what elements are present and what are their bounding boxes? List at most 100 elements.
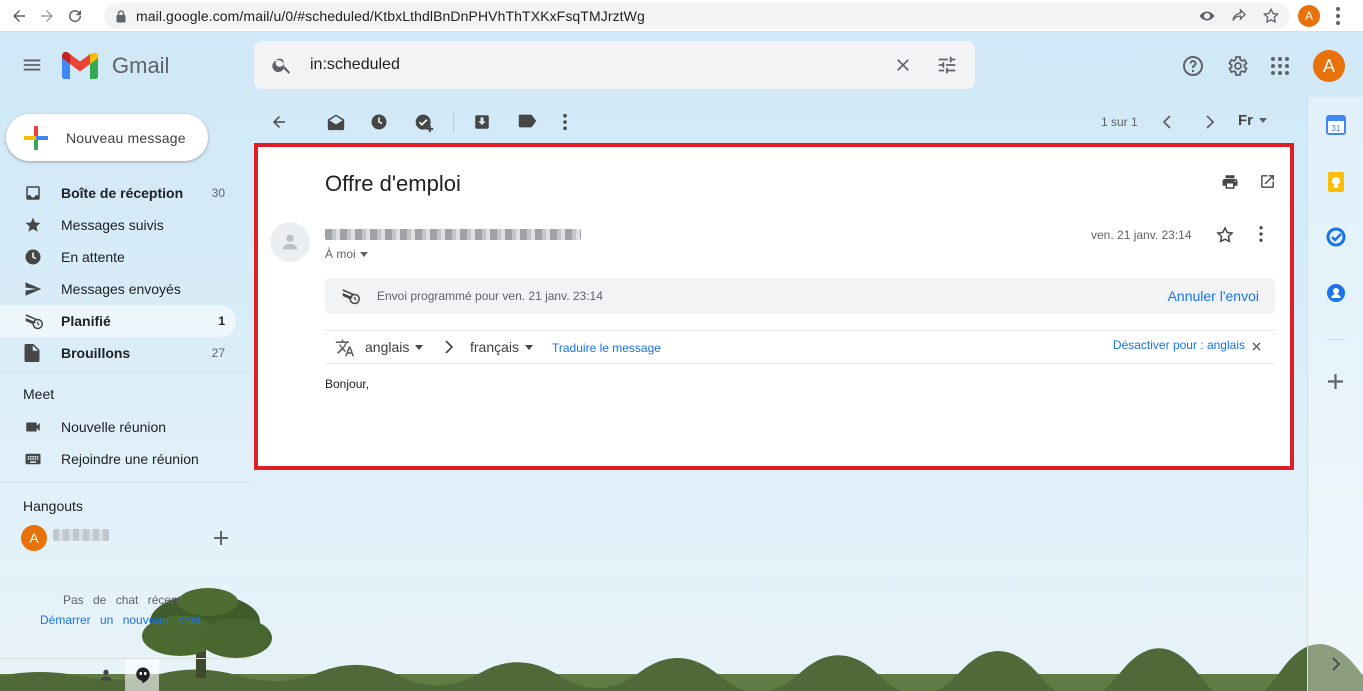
search-options-icon[interactable] [936,54,958,76]
hangouts-user-avatar[interactable]: A [21,525,47,551]
svg-text:31: 31 [1332,124,1341,133]
draft-icon [24,344,40,362]
tasks-icon[interactable] [1326,227,1346,247]
add-task-icon[interactable] [414,113,434,133]
newer-chevron-right-icon[interactable] [1203,115,1215,129]
input-tools-selector[interactable]: Fr [1238,112,1267,129]
chevron-right-icon [443,340,453,354]
message-card: Offre d'emploi À moi ven. 21 janv. 23:14… [254,143,1294,470]
caret-down-icon [359,251,368,257]
clock-icon [24,248,42,266]
clear-search-icon[interactable] [893,55,913,75]
start-new-chat-link[interactable]: Démarrer un nouveau chat [40,613,201,627]
compose-plus-icon [22,124,50,152]
help-icon[interactable] [1181,54,1205,78]
sidebar-item-drafts[interactable]: Brouillons 27 [0,337,252,369]
label-icon[interactable] [518,113,537,129]
snooze-clock-icon[interactable] [370,113,388,131]
gmail-m-icon [62,52,98,79]
side-panel-divider [1326,339,1346,340]
browser-menu-icon[interactable] [1335,6,1341,26]
address-bar[interactable]: mail.google.com/mail/u/0/#scheduled/Ktbx… [104,3,1290,29]
lock-icon [116,9,126,23]
sidebar-item-inbox[interactable]: Boîte de réception 30 [0,177,252,209]
contacts-person-icon[interactable] [98,667,114,683]
reload-icon[interactable] [64,5,86,27]
source-language-dropdown[interactable]: anglais [365,339,424,355]
recipient-label: À moi [325,247,356,261]
sidebar-item-label: Boîte de réception [61,185,184,201]
message-subject: Offre d'emploi [325,171,461,196]
caret-down-icon [415,344,424,350]
target-language-dropdown[interactable]: français [470,339,534,355]
new-meeting-item[interactable]: Nouvelle réunion [0,411,252,443]
sidebar-item-starred[interactable]: Messages suivis [0,209,252,241]
message-toolbar: 1 sur 1 Fr [256,105,1296,139]
translate-icon [335,338,355,358]
search-icon[interactable] [271,54,293,76]
forward-arrow-icon[interactable] [36,5,58,27]
google-apps-icon[interactable] [1270,56,1290,76]
open-in-new-window-icon[interactable] [1259,173,1276,190]
sidebar-item-scheduled[interactable]: Planifié 1 [0,305,236,337]
caret-down-icon [525,344,534,350]
cancel-send-button[interactable]: Annuler l'envoi [1168,288,1259,304]
meet-section-title: Meet [23,386,55,402]
keyboard-icon [24,450,42,468]
account-avatar[interactable]: A [1313,50,1345,82]
back-arrow-icon[interactable] [8,5,30,27]
main-menu-icon[interactable] [21,54,43,76]
star-icon [24,216,42,234]
settings-gear-icon[interactable] [1225,54,1249,78]
star-bookmark-icon[interactable] [1262,7,1280,25]
share-icon[interactable] [1230,7,1248,25]
input-language-label: Fr [1238,112,1253,129]
message-more-icon[interactable] [1258,225,1264,243]
sidebar-item-label: Planifié [61,313,111,329]
sidebar-item-label: Messages envoyés [61,281,181,297]
target-language-value: français [470,339,520,355]
contacts-icon[interactable] [1326,283,1346,303]
gmail-logo-text: Gmail [112,52,170,78]
get-addons-plus-icon[interactable] [1328,374,1343,389]
scheduled-send-banner: Envoi programmé pour ven. 21 janv. 23:14… [325,278,1275,314]
join-meeting-item[interactable]: Rejoindre une réunion [0,443,252,475]
eye-icon[interactable] [1198,7,1216,25]
scheduled-send-icon [24,312,44,330]
sidebar-item-sent[interactable]: Messages envoyés [0,273,252,305]
star-message-icon[interactable] [1215,225,1235,245]
sidebar-divider [0,371,252,372]
more-options-icon[interactable] [562,113,568,131]
older-chevron-left-icon[interactable] [1162,115,1174,129]
search-input[interactable]: in:scheduled [310,56,400,74]
mark-unread-icon[interactable] [326,113,346,131]
keep-icon[interactable] [1326,172,1346,192]
compose-button[interactable]: Nouveau message [6,114,208,161]
hangouts-chat-icon[interactable] [134,666,152,684]
gmail-logo[interactable]: Gmail [62,52,169,79]
sidebar-item-snoozed[interactable]: En attente [0,241,252,273]
caret-down-icon [1259,118,1267,123]
pagination-text: 1 sur 1 [1101,115,1138,129]
back-to-list-arrow-icon[interactable] [270,113,288,131]
search-bar[interactable]: in:scheduled [254,41,975,89]
print-icon[interactable] [1221,173,1239,191]
sidebar-divider [0,482,252,483]
new-meeting-label: Nouvelle réunion [61,419,167,435]
translate-message-link[interactable]: Traduire le message [552,341,661,355]
recipient-details[interactable]: À moi [325,247,368,261]
close-translation-icon[interactable] [1252,342,1261,351]
new-hangout-plus-icon[interactable] [214,531,228,545]
scheduled-send-text: Envoi programmé pour ven. 21 janv. 23:14 [377,289,603,303]
move-to-icon[interactable] [473,113,491,131]
expand-panel-chevron-icon[interactable] [1330,657,1340,671]
join-meeting-label: Rejoindre une réunion [61,451,199,467]
disable-translation-link[interactable]: Désactiver pour : anglais [1113,338,1245,352]
translation-bar: anglais français Traduire le message Dés… [325,330,1275,364]
sender-avatar[interactable] [270,222,310,262]
message-body: Bonjour, [325,377,370,391]
browser-profile-avatar[interactable]: A [1298,5,1320,27]
calendar-icon[interactable]: 31 [1326,115,1346,135]
side-panel: 31 [1307,97,1363,691]
person-icon [282,234,298,250]
